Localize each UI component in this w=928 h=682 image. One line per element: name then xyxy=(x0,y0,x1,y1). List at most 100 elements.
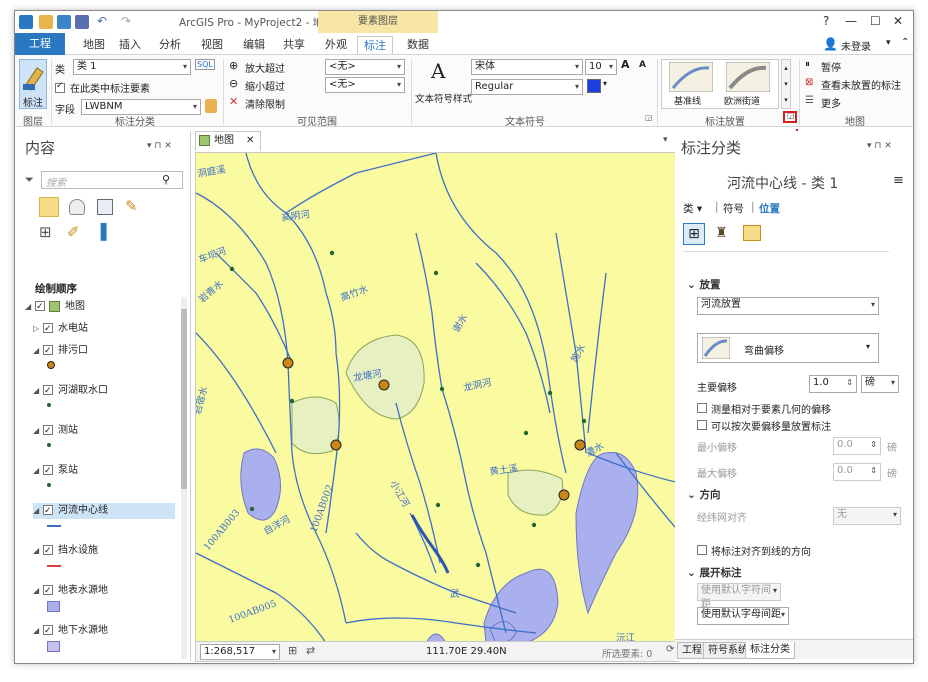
only-in-class-checkbox[interactable] xyxy=(55,81,65,94)
layer-visibility-checkbox[interactable] xyxy=(43,423,53,439)
list-by-editing-icon[interactable]: ✎ xyxy=(125,197,138,215)
search-icon[interactable]: ⚲ xyxy=(162,173,170,186)
tab-labeling[interactable]: 标注 xyxy=(357,36,393,54)
label-pane-options-icon[interactable]: ▾ ⊓ ✕ xyxy=(867,141,892,151)
refresh-icon[interactable]: ⟳ xyxy=(666,644,674,655)
grid-icon[interactable]: ⊞ xyxy=(288,644,297,657)
expand-icon[interactable]: ◢ xyxy=(33,343,43,359)
layer-row[interactable]: ◢ 排污口 xyxy=(33,343,88,359)
layer-visibility-checkbox[interactable] xyxy=(43,321,53,337)
layer-row[interactable]: ◢ 地表水源地 xyxy=(33,583,108,599)
layer-visibility-checkbox[interactable] xyxy=(43,583,53,599)
subtab-class[interactable]: 类 ▾ xyxy=(683,201,702,216)
min-offset-input[interactable]: 0.0 ⇕ xyxy=(833,437,881,455)
clear-limits-button[interactable]: 清除限制 xyxy=(245,96,285,111)
redo-icon[interactable]: ↷ xyxy=(121,14,131,28)
tab-appearance[interactable]: 外观 xyxy=(319,36,353,54)
map-canvas[interactable]: 洞庭溪 高明河 车坝河 岩青水 高竹水 龙塘河 谢水 施水 龙洞河 岩宿水 小江… xyxy=(195,152,679,642)
list-by-charts-icon[interactable]: ▐ xyxy=(95,223,107,241)
expand-icon[interactable]: ◢ xyxy=(33,583,43,599)
fitting-tab-icon[interactable] xyxy=(743,225,761,241)
font-color-swatch[interactable] xyxy=(587,79,601,93)
expand-icon[interactable]: ◢ xyxy=(33,423,43,439)
class-combo[interactable]: 类 1 ▾ xyxy=(73,59,191,75)
list-by-selection-icon[interactable] xyxy=(97,199,113,215)
layer-visibility-checkbox[interactable] xyxy=(43,343,53,359)
expand-icon[interactable]: ◢ xyxy=(33,623,43,639)
graticule-align-combo[interactable]: 无 ▾ xyxy=(833,507,901,525)
map-drawing[interactable]: 洞庭溪 高明河 车坝河 岩青水 高竹水 龙塘河 谢水 施水 龙洞河 岩宿水 小江… xyxy=(196,153,679,642)
measure-offset-checkbox[interactable] xyxy=(697,401,707,414)
collapse-ribbon-icon[interactable]: ⌃ xyxy=(901,37,909,48)
primary-offset-input[interactable]: 1.0 ⇕ xyxy=(809,375,857,393)
zoom-out-beyond-button[interactable]: 缩小超过 xyxy=(245,78,285,93)
expand-icon[interactable]: ◢ xyxy=(33,463,43,479)
expression-icon[interactable] xyxy=(205,99,217,113)
contents-scrollbar[interactable] xyxy=(181,297,187,659)
font-size-combo[interactable]: 10 ▾ xyxy=(585,59,617,75)
subtab-symbol[interactable]: 符号 xyxy=(723,201,744,216)
pane-options-icon[interactable]: ▾ ⊓ ✕ xyxy=(147,141,172,151)
tab-analysis[interactable]: 分析 xyxy=(153,36,187,54)
undo-icon[interactable]: ↶ xyxy=(97,14,107,28)
offset-style-combo[interactable]: 弯曲偏移 ▾ xyxy=(697,333,879,363)
pause-button[interactable]: 暂停 xyxy=(821,59,841,74)
tab-project[interactable]: 工程 xyxy=(15,33,65,55)
expand-icon[interactable]: ◢ xyxy=(25,299,35,315)
view-unplaced-button[interactable]: 查看未放置的标注 xyxy=(821,77,901,92)
user-label[interactable]: 未登录 xyxy=(841,38,871,53)
layer-row[interactable]: ◢ 地下水源地 xyxy=(33,623,108,639)
layer-row[interactable]: ◢ 地图 xyxy=(25,299,85,315)
layer-row[interactable]: ◢ 挡水设施 xyxy=(33,543,98,559)
expand-icon[interactable]: ◢ xyxy=(33,543,43,559)
placement-baseline[interactable]: 基准线 xyxy=(666,62,716,107)
list-by-snapping-icon[interactable]: ⊞ xyxy=(39,223,52,241)
placement-tab-icon[interactable]: ⊞ xyxy=(683,223,705,245)
tab-data[interactable]: 数据 xyxy=(401,36,435,54)
text-symbol-launcher-icon[interactable]: ◲ xyxy=(645,113,653,122)
filter-icon[interactable]: ⏷ xyxy=(25,173,34,187)
scale-combo[interactable]: 1:268,517 ▾ xyxy=(200,644,280,660)
offset-unit-combo[interactable]: 磅 ▾ xyxy=(861,375,899,393)
map-tab-dropdown-icon[interactable]: ▾ xyxy=(663,135,668,145)
map-view-tab[interactable]: 地图 ✕ xyxy=(195,131,261,151)
gallery-scroll[interactable]: ▴ ▾ ▾ xyxy=(781,59,791,109)
bottom-tab-label-class[interactable]: 标注分类 xyxy=(745,642,795,659)
list-by-source-icon[interactable] xyxy=(69,199,85,215)
layer-visibility-checkbox[interactable] xyxy=(35,299,45,315)
tab-edit[interactable]: 编辑 xyxy=(237,36,271,54)
label-toggle-button[interactable]: 标注 xyxy=(19,59,47,109)
align-to-line-checkbox[interactable] xyxy=(697,543,707,556)
save-icon[interactable] xyxy=(75,15,89,29)
layer-row[interactable]: ▷ 水电站 xyxy=(33,321,88,337)
text-symbol-style-button[interactable]: A 文本符号样式 xyxy=(415,59,472,109)
placement-euro-street[interactable]: 欧洲街道 xyxy=(722,62,776,107)
new-project-icon[interactable] xyxy=(39,15,53,29)
more-button[interactable]: 更多 xyxy=(821,95,841,110)
contents-search[interactable]: 搜索 ⚲ xyxy=(41,171,183,189)
layer-row[interactable]: ◢ 测站 xyxy=(33,423,78,439)
layer-visibility-checkbox[interactable] xyxy=(43,623,53,639)
tab-share[interactable]: 共享 xyxy=(277,36,311,54)
layer-row[interactable]: ◢ 河流中心线 xyxy=(33,503,175,519)
font-style-combo[interactable]: Regular ▾ xyxy=(471,79,583,95)
max-offset-input[interactable]: 0.0 ⇕ xyxy=(833,463,881,481)
list-by-labeling-icon[interactable]: ✐ xyxy=(67,223,80,241)
letter-spacing-combo[interactable]: 使用默认字母间距 ▾ xyxy=(697,607,789,625)
layer-row[interactable]: ◢ 泵站 xyxy=(33,463,78,479)
help-button[interactable]: ? xyxy=(823,14,829,28)
layer-visibility-checkbox[interactable] xyxy=(43,383,53,399)
close-button[interactable]: ✕ xyxy=(893,14,903,28)
subtab-position[interactable]: 位置 xyxy=(759,201,780,216)
min-scale-combo[interactable]: <无> ▾ xyxy=(325,59,405,75)
menu-icon[interactable]: ≡ xyxy=(893,173,904,188)
expand-icon[interactable]: ▷ xyxy=(33,321,43,337)
tab-insert[interactable]: 插入 xyxy=(113,36,147,54)
sync-icon[interactable]: ⇄ xyxy=(306,644,315,657)
map-tab-close-icon[interactable]: ✕ xyxy=(246,132,254,150)
expand-icon[interactable]: ◢ xyxy=(33,383,43,399)
font-color-dropdown-icon[interactable]: ▾ xyxy=(603,79,607,88)
scroll-thumb[interactable] xyxy=(181,309,187,489)
layer-visibility-checkbox[interactable] xyxy=(43,543,53,559)
tab-map[interactable]: 地图 xyxy=(77,36,111,54)
